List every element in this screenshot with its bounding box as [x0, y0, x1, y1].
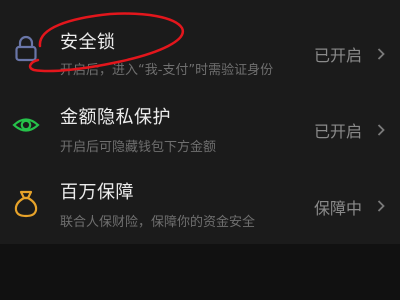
security-lock-title: 安全锁: [60, 32, 116, 53]
million-guarantee-subtitle: 联合人保财险，保障你的资金安全: [60, 215, 256, 230]
security-settings-page: 安全锁 开启后，进入“我-支付”时需验证身份 已开启 金额隐私保护 开启后可隐藏…: [0, 0, 400, 300]
settings-list: 安全锁 开启后，进入“我-支付”时需验证身份 已开启 金额隐私保护 开启后可隐藏…: [0, 0, 400, 244]
security-lock-status: 已开启: [313, 46, 362, 65]
security-lock-subtitle: 开启后，进入“我-支付”时需验证身份: [60, 63, 274, 78]
chevron-right-icon: [374, 46, 388, 60]
amount-privacy-status: 已开启: [313, 122, 362, 141]
money-bag-icon: [12, 189, 40, 218]
million-guarantee-title: 百万保障: [60, 182, 134, 203]
chevron-right-icon: [374, 198, 388, 212]
amount-privacy-title: 金额隐私保护: [60, 107, 171, 128]
chevron-right-icon: [374, 122, 388, 136]
security-lock-item[interactable]: 安全锁 开启后，进入“我-支付”时需验证身份 已开启: [0, 4, 400, 84]
million-guarantee-item[interactable]: 百万保障 联合人保财险，保障你的资金安全 保障中: [0, 164, 400, 244]
million-guarantee-status: 保障中: [313, 199, 362, 218]
lock-icon: [12, 34, 40, 62]
eye-icon: [12, 111, 40, 139]
amount-privacy-subtitle: 开启后可隐藏钱包下方金额: [60, 140, 217, 155]
amount-privacy-item[interactable]: 金额隐私保护 开启后可隐藏钱包下方金额 已开启: [0, 87, 400, 167]
